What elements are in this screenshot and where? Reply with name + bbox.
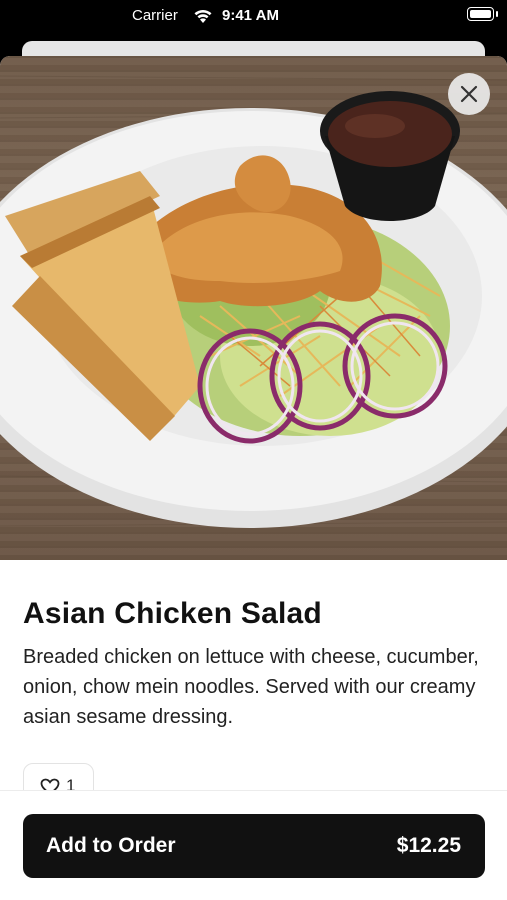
price-label: $12.25 <box>396 834 461 857</box>
carrier-label: Carrier <box>132 7 178 24</box>
battery-icon <box>467 7 494 21</box>
item-photo <box>0 56 507 560</box>
battery-cap <box>496 11 498 17</box>
item-title: Asian Chicken Salad <box>23 597 322 630</box>
bottom-bar: Add to Order $12.25 <box>0 790 507 900</box>
clock: 9:41 AM <box>222 7 279 24</box>
item-description: Breaded chicken on lettuce with cheese, … <box>23 646 479 728</box>
status-bar: Carrier 9:41 AM <box>0 0 507 34</box>
wifi-icon <box>194 9 212 23</box>
close-button[interactable] <box>448 73 490 115</box>
item-detail-sheet: Asian Chicken Salad Breaded chicken on l… <box>0 56 507 900</box>
add-to-order-label: Add to Order <box>46 834 176 857</box>
add-to-order-button[interactable]: Add to Order $12.25 <box>23 814 485 878</box>
close-icon <box>460 85 478 103</box>
salad-photo <box>0 75 507 528</box>
